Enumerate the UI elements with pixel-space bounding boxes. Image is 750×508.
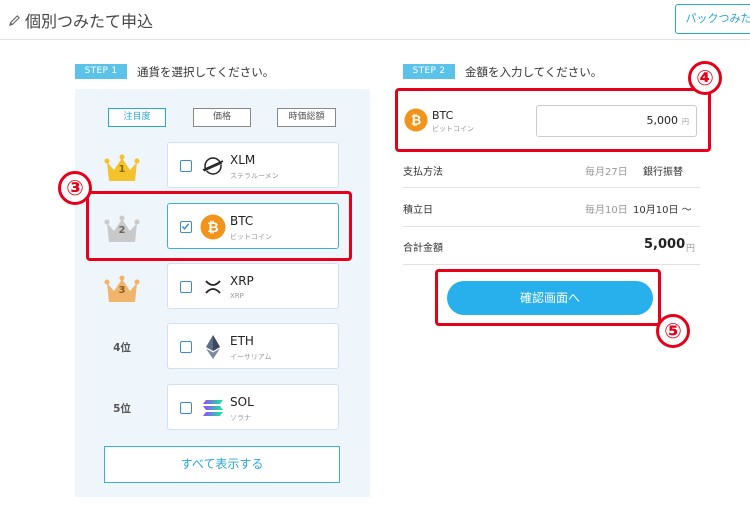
selected-coin-symbol: BTC — [432, 109, 454, 122]
checkbox-btc[interactable] — [180, 221, 192, 233]
accumulation-date-sub: 毎月10日 — [585, 205, 628, 216]
total-unit: 円 — [686, 244, 696, 254]
coin-card-xlm[interactable]: XLM ステラルーメン — [167, 142, 339, 188]
amount-unit: 円 — [682, 118, 689, 126]
coin-card-sol[interactable]: SOL ソラナ — [167, 384, 339, 430]
svg-text:₿: ₿ — [411, 114, 422, 129]
pack-tsumitate-button[interactable]: パックつみたて — [675, 4, 750, 34]
step1-badge: STEP 1 — [75, 64, 127, 79]
tab-attention[interactable]: 注目度 — [108, 108, 166, 127]
rank-2-label: 2 — [118, 225, 126, 236]
coin-symbol-xrp: XRP — [230, 274, 254, 288]
selected-coin-name: ビットコイン — [432, 125, 474, 133]
pencil-icon — [8, 14, 20, 26]
payment-method-value: 銀行振替 — [643, 167, 683, 178]
callout-5: ⑤ — [656, 314, 690, 348]
callout-3: ③ — [58, 171, 92, 205]
svg-text:₿: ₿ — [207, 220, 218, 236]
stellar-icon — [202, 157, 224, 175]
rank-1-label: 1 — [118, 164, 126, 175]
divider — [403, 187, 700, 188]
amount-input[interactable]: 5,000 円 — [536, 105, 697, 137]
coin-name-eth: イーサリアム — [230, 353, 272, 361]
accumulation-date-value: 10月10日 〜 — [633, 205, 692, 216]
step2-badge: STEP 2 — [403, 64, 455, 79]
show-all-button[interactable]: すべて表示する — [104, 446, 340, 483]
page-header: 個別つみたて申込 パックつみたて — [0, 0, 750, 40]
ethereum-icon — [206, 335, 220, 359]
divider — [403, 151, 700, 152]
total-label: 合計金額 — [403, 243, 443, 254]
tab-price[interactable]: 価格 — [193, 108, 251, 127]
coin-card-btc[interactable]: ₿ BTC ビットコイン — [167, 203, 339, 249]
coin-name-xrp: XRP — [230, 292, 244, 300]
rank-5-label: 5位 — [113, 403, 131, 415]
coin-name-btc: ビットコイン — [230, 233, 272, 241]
step1-instruction: 通貨を選択してください。 — [137, 65, 275, 79]
rank-3-crown: 3 — [102, 272, 142, 306]
checkbox-sol[interactable] — [180, 402, 192, 414]
rank-2-crown: 2 — [102, 212, 142, 246]
total-value: 5,000 — [644, 237, 686, 252]
payment-method-sub: 毎月27日 — [585, 167, 628, 178]
tab-market-cap[interactable]: 時価総額 — [277, 108, 336, 127]
checkbox-xrp[interactable] — [180, 281, 192, 293]
coin-symbol-sol: SOL — [230, 395, 254, 409]
step2-instruction: 金額を入力してください。 — [465, 65, 603, 79]
bitcoin-icon: ₿ — [200, 214, 226, 240]
accumulation-date-label: 積立日 — [403, 205, 433, 216]
xrp-icon — [205, 280, 221, 294]
page-title-text: 個別つみたて申込 — [25, 12, 154, 31]
payment-method-label: 支払方法 — [403, 167, 443, 178]
coin-card-xrp[interactable]: XRP XRP — [167, 263, 339, 309]
divider — [403, 226, 700, 227]
solana-icon — [203, 400, 223, 416]
rank-3-label: 3 — [118, 285, 126, 296]
coin-card-eth[interactable]: ETH イーサリアム — [167, 323, 339, 369]
page-title: 個別つみたて申込 — [8, 8, 153, 32]
coin-name-xlm: ステラルーメン — [230, 172, 279, 180]
rank-1-crown: 1 — [102, 151, 142, 185]
coin-symbol-xlm: XLM — [230, 153, 256, 167]
coin-name-sol: ソラナ — [230, 414, 251, 422]
callout-4: ④ — [688, 61, 722, 95]
coin-symbol-eth: ETH — [230, 334, 254, 348]
checkbox-eth[interactable] — [180, 341, 192, 353]
checkbox-xlm[interactable] — [180, 160, 192, 172]
divider — [403, 264, 700, 265]
confirm-button[interactable]: 確認画面へ — [447, 281, 653, 315]
check-icon — [181, 223, 190, 230]
coin-symbol-btc: BTC — [230, 214, 254, 228]
bitcoin-icon: ₿ — [404, 108, 428, 132]
amount-value: 5,000 — [646, 114, 679, 127]
rank-4-label: 4位 — [113, 342, 131, 354]
